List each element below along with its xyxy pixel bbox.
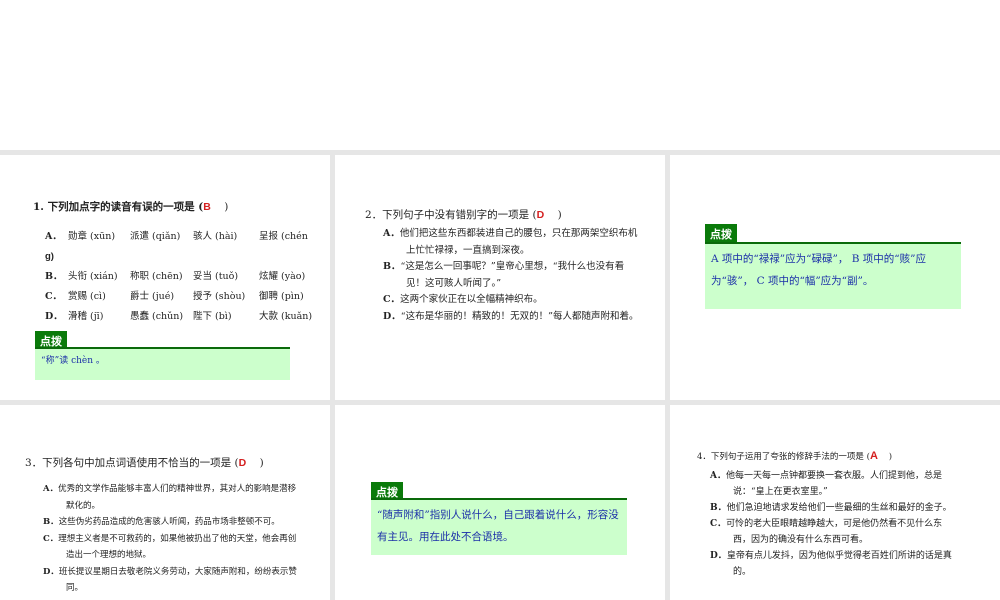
slide-thumbnail-3[interactable]: 点拨 A 项中的“禄禄”应为“碌碌”， B 项中的“赅”应为“骇”， C 项中的… bbox=[670, 155, 1000, 400]
option-label: C． bbox=[45, 291, 63, 302]
option-item: 头衔 (xián) bbox=[68, 271, 118, 282]
option-b: B．“这是怎么一回事呢？”皇帝心里想，“我什么也没有看见！这可赅人听闻了。” bbox=[383, 261, 625, 289]
option-a: A．优秀的文学作品能够丰富人们的精神世界，其对人的影响是潜移默化的。 bbox=[43, 484, 297, 511]
option-b: B．他们急迫地请求发给他们一些最细的生丝和最好的金子。 bbox=[710, 503, 952, 513]
slide-thumbnail-1[interactable]: 1. 下列加点字的读音有误的一项是 (B ) A． 勋章 (xūn) 派遣 (qiǎ… bbox=[0, 155, 330, 400]
answer: A bbox=[869, 450, 878, 462]
option-item: 爵士 (jué) bbox=[130, 291, 175, 302]
option-d: D．“这布是华丽的！精致的！无双的！”每人都随声附和着。 bbox=[383, 310, 639, 322]
tip-text: A 项中的“禄禄”应为“碌碌”， B 项中的“赅”应为“骇”， C 项中的“幅”… bbox=[711, 253, 927, 287]
slide-thumbnail-2[interactable]: 2．下列句子中没有错别字的一项是 (D ) A．他们把这些东西都装进自己的腰包，… bbox=[335, 155, 665, 400]
option-label: D． bbox=[45, 311, 63, 322]
option-item: 愚蠢 (chǔn) bbox=[130, 311, 184, 322]
question-3: 3．下列各句中加点词语使用不恰当的一项是 (D ) bbox=[25, 457, 264, 469]
option-item: 大款 (kuǎn) bbox=[259, 311, 313, 322]
tip-box: “随声附和”指别人说什么，自己跟着说什么，形容没有主见。用在此处不合语境。 bbox=[371, 498, 627, 555]
option-item: 陛下 (bì) bbox=[193, 311, 232, 322]
option-a: A．他们把这些东西都装进自己的腰包，只在那两架空织布机上忙忙禄禄，一直搞到深夜。 bbox=[383, 228, 638, 256]
option-label: A． bbox=[45, 231, 62, 242]
options: A．他每一天每一点钟都要换一套衣服。人们提到他，总是说：“皇上在更衣室里。” B… bbox=[710, 468, 960, 580]
answer: B bbox=[203, 201, 211, 213]
options: A．优秀的文学作品能够丰富人们的精神世界，其对人的影响是潜移默化的。 B．这些伪… bbox=[43, 481, 303, 597]
tip-box: “称”读 chèn 。 bbox=[35, 347, 290, 380]
option-a: A．他每一天每一点钟都要换一套衣服。人们提到他，总是说：“皇上在更衣室里。” bbox=[710, 471, 942, 497]
option-item: 御聘 (pìn) bbox=[259, 291, 304, 302]
option-item: 派遣 (qiǎn) bbox=[130, 231, 181, 242]
slide-thumbnail-6[interactable]: 4．下列句子运用了夸张的修辞手法的一项是 (A ) A．他每一天每一点钟都要换一… bbox=[670, 405, 1000, 600]
option-c: C．可怜的老大臣眼睛越睁越大，可是他仍然看不见什么东西，因为的确没有什么东西可看… bbox=[710, 519, 943, 545]
options: A．他们把这些东西都装进自己的腰包，只在那两架空织布机上忙忙禄禄，一直搞到深夜。… bbox=[383, 226, 641, 325]
tip-box: A 项中的“禄禄”应为“碌碌”， B 项中的“赅”应为“骇”， C 项中的“幅”… bbox=[705, 242, 961, 309]
slide-thumbnail-4[interactable]: 3．下列各句中加点词语使用不恰当的一项是 (D ) A．优秀的文学作品能够丰富人… bbox=[0, 405, 330, 600]
option-item: 称职 (chēn) bbox=[130, 271, 183, 282]
option-item: 妥当 (tuǒ) bbox=[193, 271, 239, 282]
option-item: 滑稽 (jī) bbox=[68, 311, 104, 322]
option-d: D．班长提议星期日去敬老院义务劳动，大家随声附和，纷纷表示赞同。 bbox=[43, 566, 297, 594]
option-item: 呈报 (chén bbox=[259, 231, 308, 242]
option-item: 炫耀 (yào) bbox=[259, 271, 306, 282]
answer: D bbox=[536, 209, 545, 221]
option-item: 赏赐 (cì) bbox=[68, 291, 106, 302]
question-1: 1. 下列加点字的读音有误的一项是 (B ) bbox=[33, 201, 229, 213]
answer: D bbox=[238, 457, 247, 469]
option-c: C．这两个家伙正在以全幅精神织布。 bbox=[383, 294, 543, 305]
tip-text: “随声附和”指别人说什么，自己跟着说什么，形容没有主见。用在此处不合语境。 bbox=[377, 509, 619, 543]
option-item: 勋章 (xūn) bbox=[68, 231, 116, 242]
option-continuation: g) bbox=[45, 251, 54, 262]
blank-header-area bbox=[0, 0, 1000, 150]
tip-label: 点拨 bbox=[705, 224, 737, 244]
option-d: D．皇帝有点儿发抖，因为他似乎觉得老百姓们所讲的话是真的。 bbox=[710, 551, 952, 577]
question-4: 4．下列句子运用了夸张的修辞手法的一项是 (A ) bbox=[697, 450, 893, 462]
slide-thumbnail-5[interactable]: 点拨 “随声附和”指别人说什么，自己跟着说什么，形容没有主见。用在此处不合语境。 bbox=[335, 405, 665, 600]
option-c: C．理想主义者是不可救药的，如果他被扔出了他的天堂，他会再创造出一个理想的地狱。 bbox=[43, 533, 297, 561]
option-item: 授予 (shòu) bbox=[193, 291, 246, 302]
question-2: 2．下列句子中没有错别字的一项是 (D ) bbox=[365, 209, 562, 221]
option-item: 骇人 (hài) bbox=[193, 231, 238, 242]
option-b: B．这些伪劣药品造成的危害骇人听闻，药品市场非整顿不可。 bbox=[43, 517, 280, 527]
tip-text: “称”读 chèn 。 bbox=[41, 356, 105, 366]
option-label: B． bbox=[45, 271, 63, 282]
